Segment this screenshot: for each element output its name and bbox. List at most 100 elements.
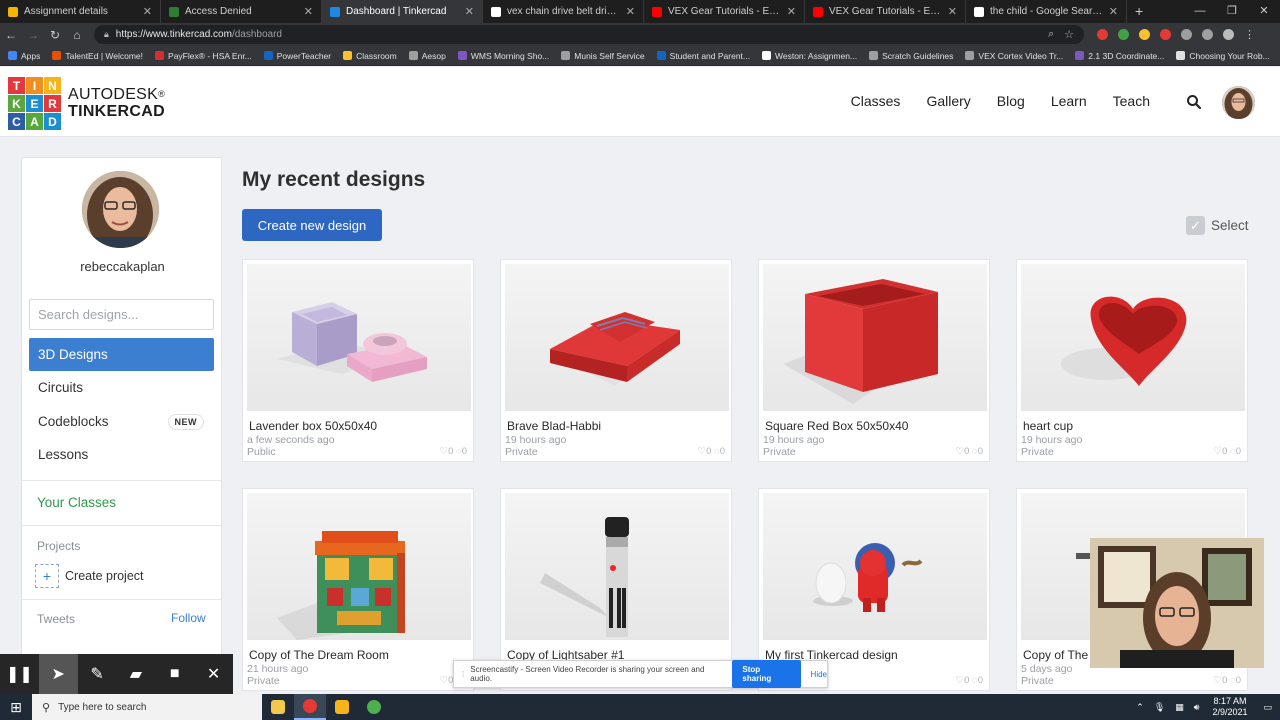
- tab-close-icon[interactable]: ✕: [948, 5, 957, 18]
- browser-tab[interactable]: VEX Gear Tutorials - Examining ✕: [644, 0, 805, 23]
- home-icon[interactable]: ⌂: [66, 28, 88, 42]
- drag-handle-icon[interactable]: ⁞: [462, 670, 464, 679]
- select-toggle[interactable]: ✓ Select: [1186, 216, 1249, 235]
- eraser-icon[interactable]: ▰: [116, 654, 155, 694]
- design-thumbnail[interactable]: [505, 264, 729, 411]
- close-icon[interactable]: ✕: [194, 654, 233, 694]
- reload-icon[interactable]: ↻: [44, 28, 66, 42]
- profile-avatar[interactable]: [82, 171, 159, 248]
- extensions-puzzle-icon[interactable]: [1181, 29, 1192, 40]
- tinkercad-logo[interactable]: TIN KER CAD: [8, 77, 61, 130]
- tab-close-icon[interactable]: ✕: [1109, 5, 1118, 18]
- bookmark-item[interactable]: Munis Self Service: [561, 51, 645, 61]
- browser-tab[interactable]: Access Denied ✕: [161, 0, 322, 23]
- windows-start-icon[interactable]: ⊞: [0, 699, 32, 716]
- cursor-icon[interactable]: ➤: [38, 654, 78, 694]
- design-thumbnail[interactable]: [247, 264, 471, 411]
- restore-icon[interactable]: ❐: [1216, 0, 1248, 23]
- close-window-icon[interactable]: ✕: [1248, 0, 1280, 23]
- design-card[interactable]: Square Red Box 50x50x40 19 hours ago Pri…: [758, 259, 990, 462]
- search-icon[interactable]: [1186, 94, 1202, 110]
- design-card[interactable]: Lavender box 50x50x40 a few seconds ago …: [242, 259, 474, 462]
- tray-arrow-icon[interactable]: ⌃: [1136, 702, 1144, 713]
- clock[interactable]: 8:17 AM 2/9/2021: [1212, 696, 1247, 718]
- profile-icon[interactable]: [1223, 29, 1234, 40]
- your-classes-link[interactable]: Your Classes: [37, 495, 116, 510]
- browser-tab[interactable]: VEX Gear Tutorials - Examining ✕: [805, 0, 966, 23]
- design-thumbnail[interactable]: [763, 493, 987, 640]
- design-card[interactable]: heart cup 19 hours ago Private ♡0 ◌0: [1016, 259, 1248, 462]
- nav-teach[interactable]: Teach: [1113, 93, 1150, 109]
- extension-icon[interactable]: [1097, 29, 1108, 40]
- new-tab-button[interactable]: +: [1127, 0, 1151, 23]
- browser-tab[interactable]: the child - Google Search ✕: [966, 0, 1127, 23]
- tab-close-icon[interactable]: ✕: [787, 5, 796, 18]
- bookmark-item[interactable]: Student and Parent...: [656, 51, 750, 61]
- file-explorer-icon[interactable]: [262, 694, 294, 720]
- back-icon[interactable]: ←: [0, 28, 22, 42]
- brand-wordmark[interactable]: AUTODESK® TINKERCAD: [68, 86, 165, 120]
- design-title[interactable]: heart cup: [1023, 419, 1073, 433]
- bookmark-item[interactable]: PowerTeacher: [263, 51, 331, 61]
- zoom-icon[interactable]: ⌕: [1048, 28, 1054, 41]
- username[interactable]: rebeccakaplan: [22, 259, 221, 274]
- sidebar-item-lessons[interactable]: Lessons: [29, 438, 214, 471]
- store-icon[interactable]: [326, 694, 358, 720]
- checkbox-icon[interactable]: ✓: [1186, 216, 1205, 235]
- browser-tab[interactable]: Assignment details ✕: [0, 0, 161, 23]
- bookmark-item[interactable]: Choosing Your Rob...: [1176, 51, 1270, 61]
- nav-classes[interactable]: Classes: [851, 93, 901, 109]
- bookmark-item[interactable]: Aesop: [408, 51, 446, 61]
- design-thumbnail[interactable]: [505, 493, 729, 640]
- sidebar-item-3d-designs[interactable]: 3D Designs: [29, 338, 214, 371]
- extension-icon[interactable]: [1160, 29, 1171, 40]
- chrome-icon[interactable]: [294, 694, 326, 720]
- sidebar-item-codeblocks[interactable]: Codeblocks NEW: [29, 405, 214, 438]
- notifications-icon[interactable]: ▭: [1263, 702, 1272, 713]
- nav-gallery[interactable]: Gallery: [926, 93, 970, 109]
- design-title[interactable]: Square Red Box 50x50x40: [765, 419, 908, 433]
- tab-close-icon[interactable]: ✕: [304, 5, 313, 18]
- bookmark-item[interactable]: Apps: [8, 51, 40, 61]
- bookmark-item[interactable]: Classroom: [343, 51, 397, 61]
- reading-list-icon[interactable]: [1202, 29, 1213, 40]
- bookmark-item[interactable]: PayFlex® - HSA Enr...: [155, 51, 252, 61]
- camera-icon[interactable]: ■: [155, 654, 194, 694]
- bookmark-item[interactable]: TalentEd | Welcome!: [52, 51, 143, 61]
- bookmark-item[interactable]: Scratch Guidelines: [869, 51, 953, 61]
- extension-icon[interactable]: [1139, 29, 1150, 40]
- hide-button[interactable]: Hide: [811, 670, 827, 679]
- search-designs-input[interactable]: [29, 299, 214, 330]
- design-title[interactable]: Copy of The: [1023, 648, 1088, 662]
- design-thumbnail[interactable]: [1021, 264, 1245, 411]
- nav-blog[interactable]: Blog: [997, 93, 1025, 109]
- webcam-overlay[interactable]: [1090, 538, 1264, 668]
- bookmark-item[interactable]: WMS Morning Sho...: [457, 51, 549, 61]
- volume-icon[interactable]: 🔊︎: [1194, 702, 1200, 713]
- menu-kebab-icon[interactable]: ⋮: [1244, 28, 1255, 41]
- design-thumbnail[interactable]: [247, 493, 471, 640]
- pause-icon[interactable]: ❚❚: [0, 654, 39, 694]
- bookmark-star-icon[interactable]: ☆: [1064, 28, 1074, 41]
- design-card[interactable]: Copy of The Dream Room 21 hours ago Priv…: [242, 488, 474, 691]
- bookmark-item[interactable]: 2.1 3D Coordinate...: [1075, 51, 1164, 61]
- browser-tab[interactable]: vex chain drive belt drive youtub ✕: [483, 0, 644, 23]
- app-icon[interactable]: [358, 694, 390, 720]
- design-title[interactable]: Copy of The Dream Room: [249, 648, 389, 662]
- create-new-design-button[interactable]: Create new design: [242, 209, 382, 241]
- create-project-button[interactable]: + Create project: [35, 564, 144, 588]
- url-field[interactable]: 🔒︎ https://www.tinkercad.com/dashboard ⌕…: [94, 25, 1084, 44]
- design-title[interactable]: Lavender box 50x50x40: [249, 419, 377, 433]
- follow-link[interactable]: Follow: [171, 611, 206, 625]
- browser-tab[interactable]: Dashboard | Tinkercad ✕: [322, 0, 483, 23]
- bookmark-item[interactable]: VEX Cortex Video Tr...: [965, 51, 1063, 61]
- tab-close-icon[interactable]: ✕: [626, 5, 635, 18]
- design-thumbnail[interactable]: [763, 264, 987, 411]
- network-icon[interactable]: ▦: [1175, 702, 1184, 713]
- extension-icon[interactable]: [1118, 29, 1129, 40]
- tab-close-icon[interactable]: ✕: [465, 5, 474, 18]
- user-avatar[interactable]: [1222, 86, 1255, 119]
- nav-learn[interactable]: Learn: [1051, 93, 1087, 109]
- minimize-icon[interactable]: —: [1184, 0, 1216, 23]
- stop-sharing-button[interactable]: Stop sharing: [732, 660, 801, 688]
